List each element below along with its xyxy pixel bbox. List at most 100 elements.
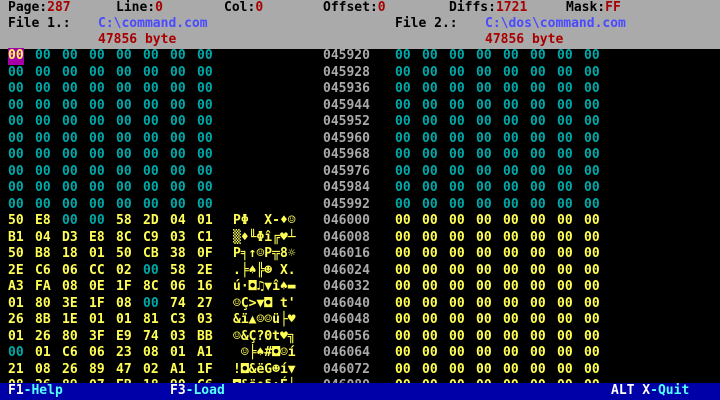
hex-byte-file2[interactable]: 00 [557, 213, 573, 230]
hex-byte-file2[interactable]: 00 [449, 197, 465, 214]
hex-byte-file2[interactable]: 00 [422, 164, 438, 181]
file2-path[interactable]: C:\dos\command.com [485, 16, 626, 33]
hex-byte-file2[interactable]: 00 [449, 345, 465, 362]
hex-byte-file1[interactable]: 00 [116, 147, 132, 164]
hex-byte-file1[interactable]: FA [35, 279, 51, 296]
hex-byte-file2[interactable]: 00 [476, 164, 492, 181]
hex-byte-file2[interactable]: 00 [476, 48, 492, 65]
hex-byte-file2[interactable]: 00 [395, 230, 411, 247]
hex-byte-file1[interactable]: 00 [170, 81, 186, 98]
hex-byte-file1[interactable]: 18 [62, 246, 78, 263]
hex-byte-file2[interactable]: 00 [422, 263, 438, 280]
hex-byte-file2[interactable]: 00 [503, 279, 519, 296]
hex-byte-file2[interactable]: 00 [395, 279, 411, 296]
hex-byte-file1[interactable]: 26 [8, 312, 24, 329]
hex-byte-file2[interactable]: 00 [557, 362, 573, 379]
hex-byte-file2[interactable]: 00 [395, 164, 411, 181]
hex-byte-file2[interactable]: 00 [503, 263, 519, 280]
hex-byte-file1[interactable]: 00 [89, 114, 105, 131]
hex-byte-file1[interactable]: 00 [62, 48, 78, 65]
hex-byte-file1[interactable]: 00 [89, 98, 105, 115]
hex-byte-file1[interactable]: 16 [197, 279, 213, 296]
hex-byte-file2[interactable]: 00 [476, 230, 492, 247]
hex-byte-file1[interactable]: 00 [8, 81, 24, 98]
hex-byte-file1[interactable]: 00 [8, 197, 24, 214]
hex-byte-file2[interactable]: 00 [557, 197, 573, 214]
hex-byte-file2[interactable]: 00 [584, 164, 600, 181]
hex-byte-file2[interactable]: 00 [422, 197, 438, 214]
hex-byte-file1[interactable]: B1 [8, 230, 24, 247]
hex-byte-file2[interactable]: 00 [503, 114, 519, 131]
hex-byte-file2[interactable]: 00 [557, 329, 573, 346]
hex-byte-file1[interactable]: 00 [143, 180, 159, 197]
hex-byte-file2[interactable]: 00 [395, 329, 411, 346]
hex-byte-file2[interactable]: 00 [476, 246, 492, 263]
hex-byte-file2[interactable]: 00 [395, 246, 411, 263]
hex-byte-file1[interactable]: 2E [8, 263, 24, 280]
hex-byte-file1[interactable]: 00 [62, 197, 78, 214]
hex-byte-file2[interactable]: 00 [395, 98, 411, 115]
hex-byte-file1[interactable]: 1E [62, 312, 78, 329]
hex-byte-file2[interactable]: 00 [530, 312, 546, 329]
hex-byte-file1[interactable]: 02 [143, 362, 159, 379]
hex-byte-file2[interactable]: 00 [584, 279, 600, 296]
hex-byte-file1[interactable]: CB [143, 246, 159, 263]
hex-byte-file2[interactable]: 00 [422, 114, 438, 131]
hex-byte-file2[interactable]: 00 [503, 213, 519, 230]
hex-byte-file2[interactable]: 00 [530, 263, 546, 280]
hex-byte-file2[interactable]: 00 [395, 362, 411, 379]
hex-byte-file1[interactable]: 00 [62, 213, 78, 230]
hex-byte-file2[interactable]: 00 [530, 164, 546, 181]
hex-byte-file2[interactable]: 00 [449, 131, 465, 148]
hex-byte-file2[interactable]: 00 [584, 48, 600, 65]
hex-byte-file2[interactable]: 00 [530, 329, 546, 346]
hex-byte-file1[interactable]: 06 [89, 345, 105, 362]
hex-byte-file1[interactable]: 00 [89, 164, 105, 181]
hex-byte-file1[interactable]: 00 [62, 114, 78, 131]
hex-byte-file2[interactable]: 00 [449, 312, 465, 329]
hex-byte-file2[interactable]: 00 [530, 81, 546, 98]
hex-byte-file1[interactable]: D3 [62, 230, 78, 247]
hex-byte-file2[interactable]: 00 [422, 81, 438, 98]
edit-cursor[interactable]: 00 [8, 48, 24, 65]
hex-byte-file2[interactable]: 00 [557, 279, 573, 296]
hex-byte-file2[interactable]: 00 [395, 65, 411, 82]
hex-byte-file2[interactable]: 00 [476, 65, 492, 82]
hex-byte-file1[interactable]: 04 [170, 213, 186, 230]
hex-byte-file1[interactable]: 00 [143, 81, 159, 98]
hex-byte-file2[interactable]: 00 [395, 114, 411, 131]
hex-byte-file1[interactable]: 00 [197, 131, 213, 148]
hex-byte-file1[interactable]: A3 [8, 279, 24, 296]
hex-byte-file1[interactable]: 00 [35, 197, 51, 214]
hex-byte-file2[interactable]: 00 [530, 213, 546, 230]
hex-byte-file1[interactable]: 00 [197, 48, 213, 65]
hex-byte-file2[interactable]: 00 [557, 65, 573, 82]
hex-byte-file2[interactable]: 00 [530, 362, 546, 379]
hex-byte-file2[interactable]: 00 [584, 296, 600, 313]
hex-byte-file1[interactable]: 00 [8, 345, 24, 362]
hex-byte-file2[interactable]: 00 [557, 180, 573, 197]
hex-byte-file2[interactable]: 00 [395, 312, 411, 329]
hex-byte-file1[interactable]: 00 [143, 98, 159, 115]
hex-byte-file2[interactable]: 00 [476, 197, 492, 214]
hex-byte-file1[interactable]: 01 [89, 246, 105, 263]
hex-byte-file1[interactable]: 50 [8, 213, 24, 230]
hex-byte-file2[interactable]: 00 [557, 81, 573, 98]
hex-byte-file2[interactable]: 00 [476, 312, 492, 329]
hex-byte-file2[interactable]: 00 [395, 147, 411, 164]
hex-byte-file2[interactable]: 00 [584, 263, 600, 280]
hex-byte-file2[interactable]: 00 [449, 296, 465, 313]
hex-byte-file1[interactable]: 1F [197, 362, 213, 379]
hex-byte-file2[interactable]: 00 [422, 65, 438, 82]
hex-byte-file1[interactable]: 00 [62, 81, 78, 98]
hex-byte-file2[interactable]: 00 [557, 147, 573, 164]
hex-byte-file2[interactable]: 00 [584, 362, 600, 379]
hex-byte-file2[interactable]: 00 [503, 180, 519, 197]
hex-byte-file1[interactable]: 08 [143, 345, 159, 362]
hex-byte-file1[interactable]: 00 [62, 131, 78, 148]
hex-byte-file1[interactable]: 00 [170, 164, 186, 181]
hex-byte-file2[interactable]: 00 [584, 329, 600, 346]
hex-byte-file1[interactable]: 00 [89, 65, 105, 82]
hex-byte-file1[interactable]: 00 [197, 164, 213, 181]
hex-byte-file1[interactable]: 00 [8, 65, 24, 82]
